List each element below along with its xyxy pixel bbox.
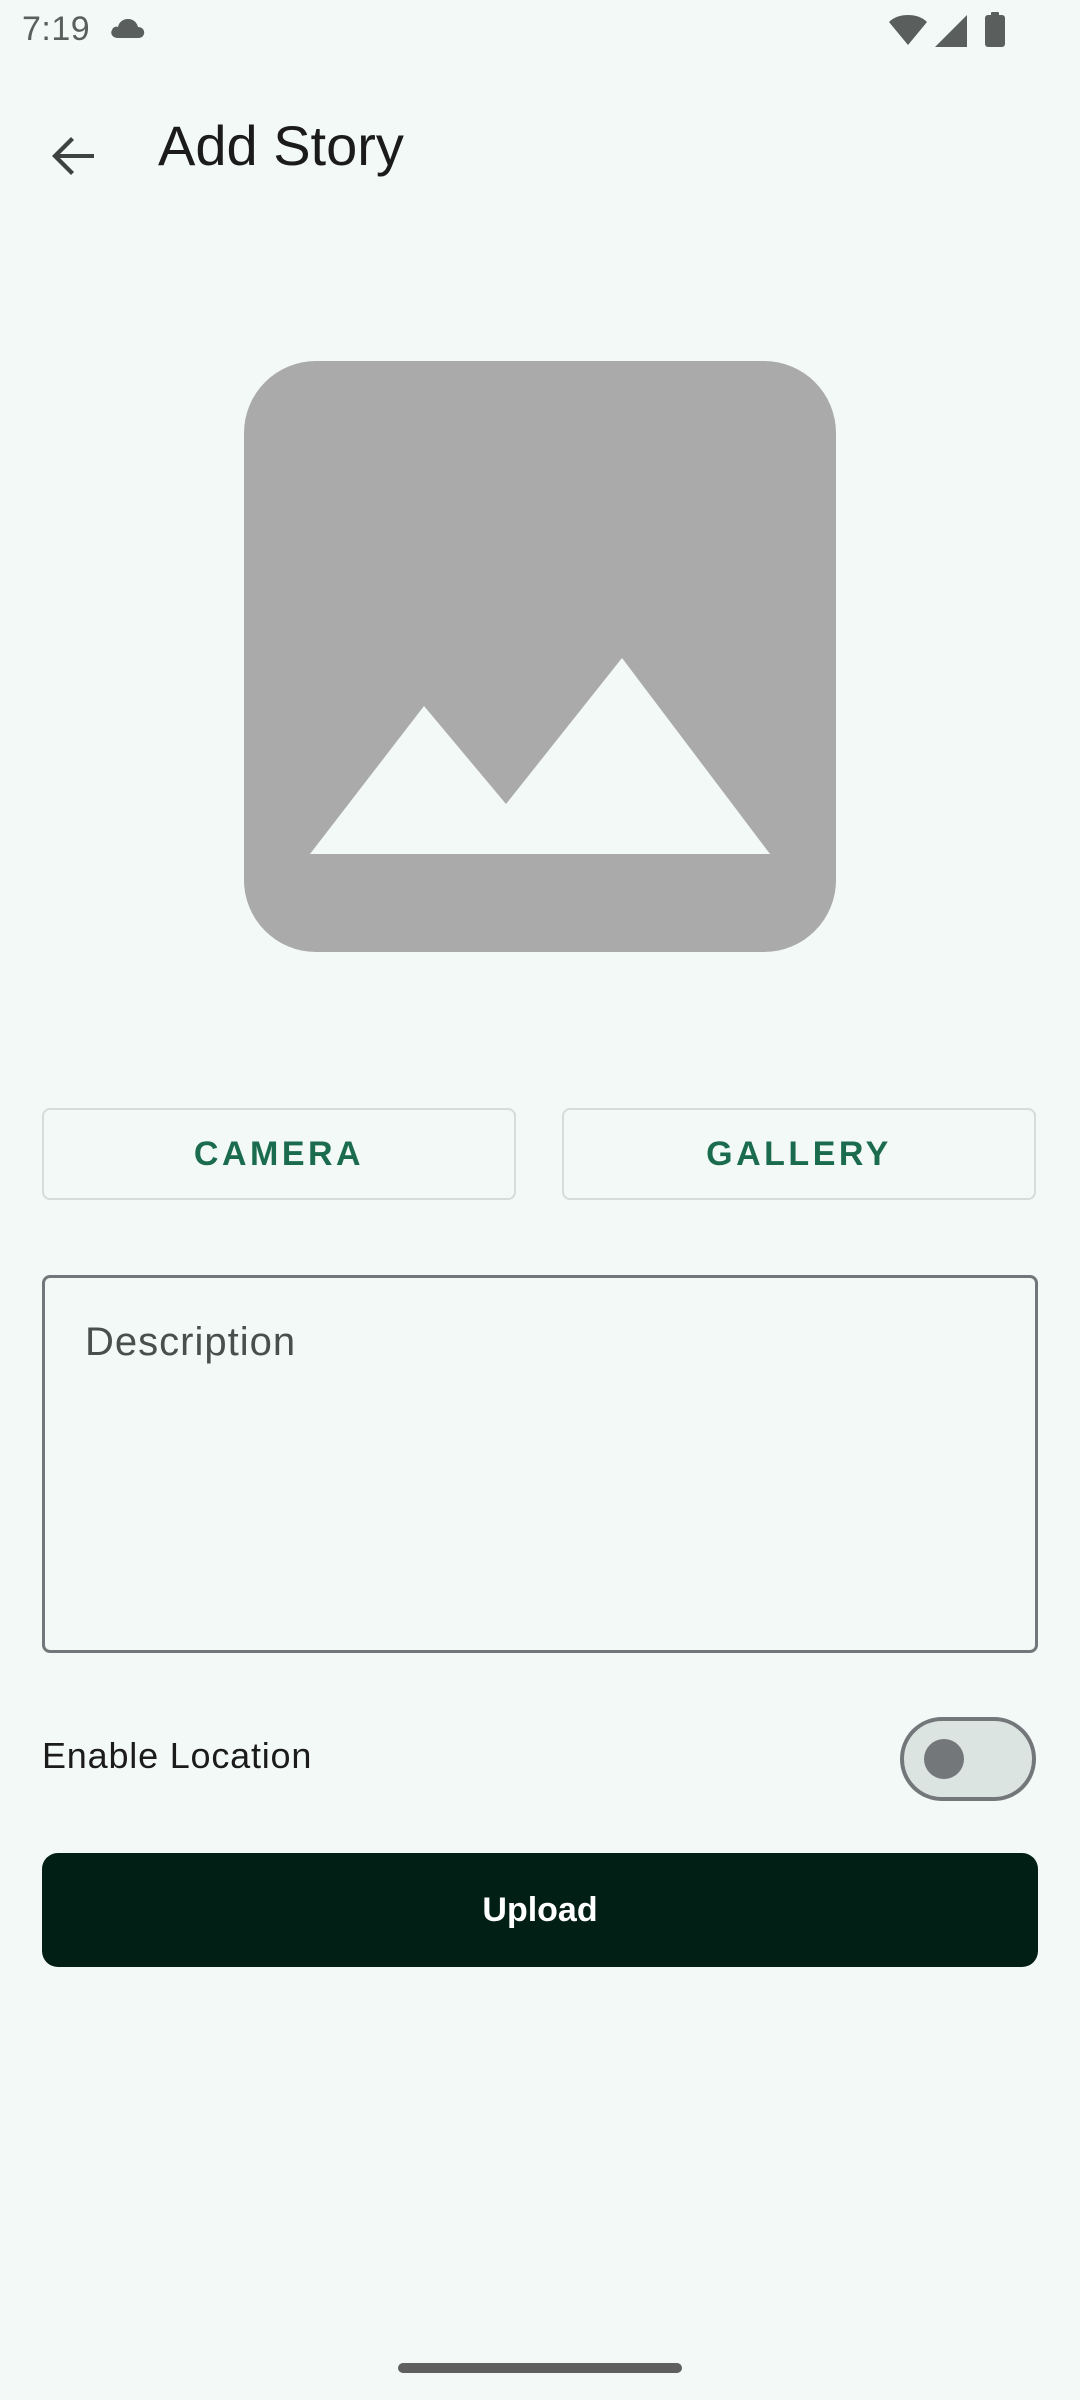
page-title: Add Story xyxy=(158,114,404,177)
arrow-back-icon xyxy=(52,137,94,175)
status-time: 7:19 xyxy=(22,10,91,48)
description-field xyxy=(42,1275,1038,1653)
back-button[interactable] xyxy=(34,116,114,196)
signal-icon xyxy=(935,15,967,47)
camera-button[interactable]: CAMERA xyxy=(42,1108,516,1200)
gallery-button[interactable]: GALLERY xyxy=(562,1108,1036,1200)
image-placeholder-icon xyxy=(310,658,770,854)
switch-thumb xyxy=(924,1739,964,1779)
app-bar: Add Story xyxy=(0,64,1080,232)
battery-icon xyxy=(985,12,1005,47)
location-label: Enable Location xyxy=(42,1735,313,1776)
wifi-icon xyxy=(889,15,927,45)
description-input[interactable] xyxy=(45,1278,1035,1650)
cloud-icon xyxy=(111,19,145,38)
status-bar: 7:19 xyxy=(0,0,1080,64)
upload-button[interactable]: Upload xyxy=(42,1853,1038,1967)
location-switch[interactable] xyxy=(900,1717,1036,1801)
navigation-handle[interactable] xyxy=(398,2363,682,2373)
image-preview xyxy=(244,361,836,952)
